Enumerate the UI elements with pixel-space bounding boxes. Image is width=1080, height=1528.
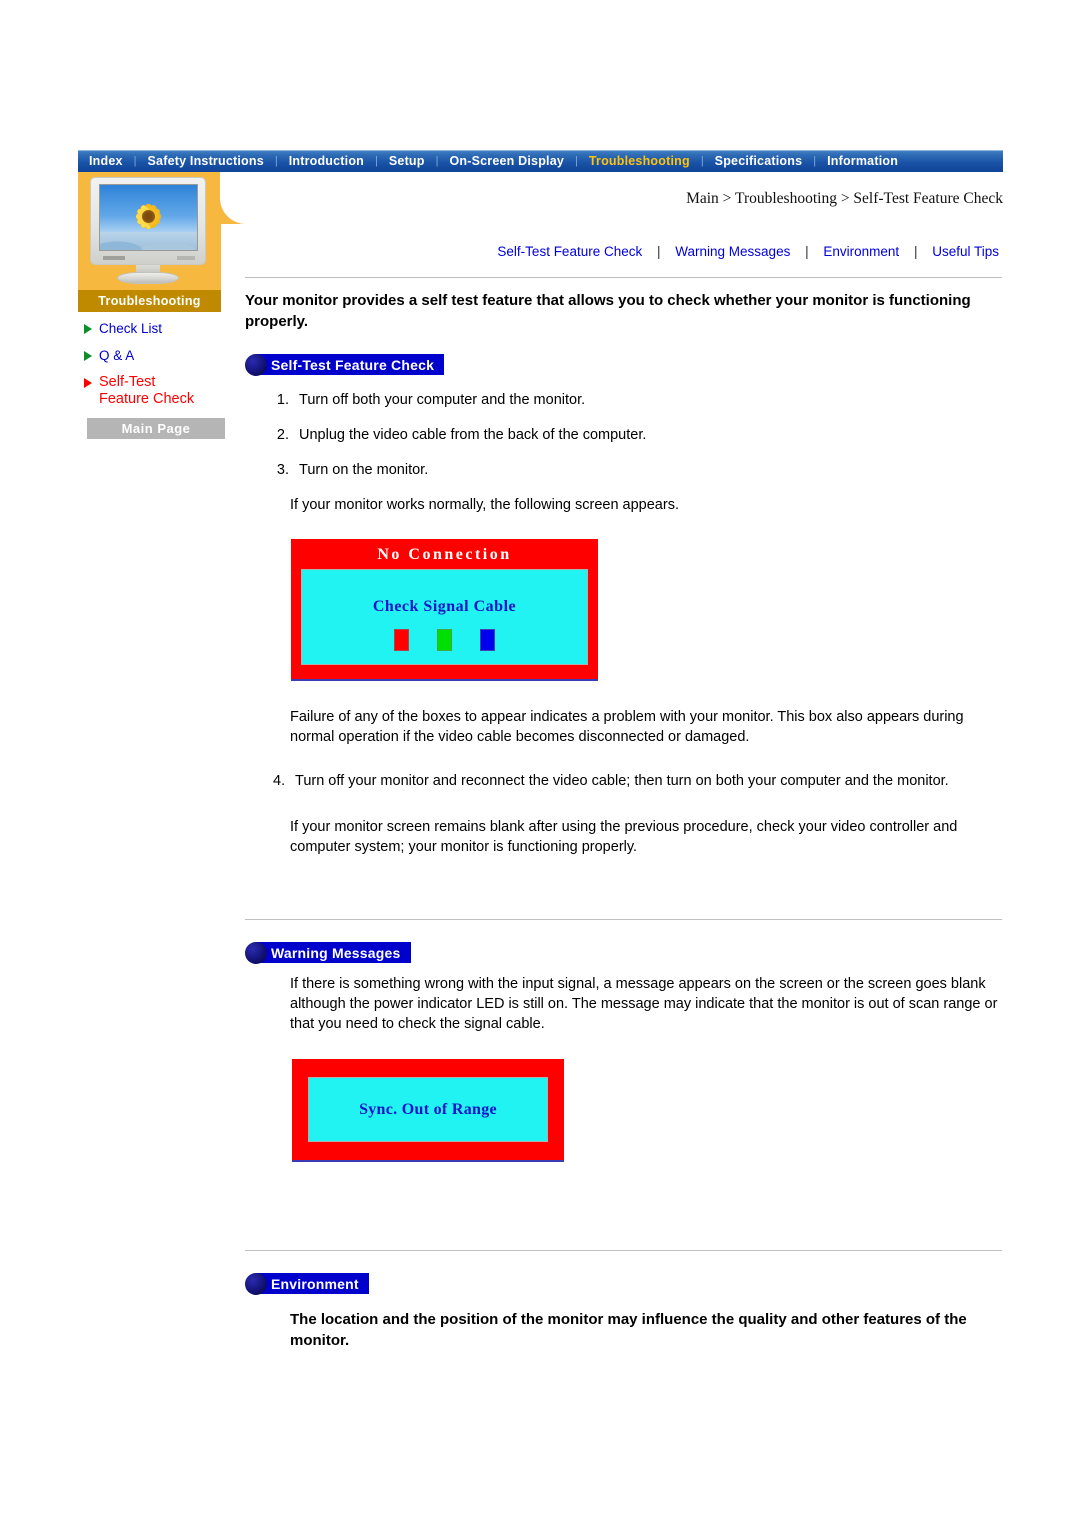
self-test-steps-list: Turn off both your computer and the moni… <box>245 390 1003 480</box>
sidebar: Troubleshooting Check List Q & A Self-Te… <box>78 172 246 439</box>
subnav-item-useful-tips[interactable]: Useful Tips <box>928 244 1003 259</box>
osd-title: No Connection <box>377 546 512 563</box>
sidebar-item-self-test-feature-check[interactable]: Self-Test Feature Check <box>84 374 221 408</box>
main-content: Main > Troubleshooting > Self-Test Featu… <box>245 172 1003 1351</box>
sidebar-item-label: Check List <box>99 321 163 336</box>
warning-messages-paragraph: If there is something wrong with the inp… <box>290 976 998 1032</box>
subnav-separator: | <box>805 244 809 259</box>
monitor-brand-mark <box>103 256 125 260</box>
subnav-separator: | <box>913 244 918 259</box>
intro-paragraph: Your monitor provides a self test featur… <box>245 292 971 330</box>
self-test-blank-screen-paragraph: If your monitor screen remains blank aft… <box>290 819 958 855</box>
monitor-bezel <box>90 177 206 265</box>
bullet-circle-icon <box>245 942 267 964</box>
sidebar-corner-notch <box>220 172 246 224</box>
nav-item-index[interactable]: Index <box>78 155 134 168</box>
monitor-illustration-icon <box>90 177 208 285</box>
nav-item-on-screen-display[interactable]: On-Screen Display <box>438 155 575 168</box>
osd-no-connection-box: No Connection Check Signal Cable <box>291 539 598 681</box>
list-item: Turn off both your computer and the moni… <box>293 390 1003 410</box>
nav-item-safety-instructions[interactable]: Safety Instructions <box>137 155 275 168</box>
list-item: Turn on the monitor. <box>293 460 1003 480</box>
content-divider <box>245 277 1002 278</box>
osd-screen: Check Signal Cable <box>301 569 588 665</box>
self-test-failure-paragraph: Failure of any of the boxes to appear in… <box>290 709 964 745</box>
osd-screen: Sync. Out of Range <box>308 1077 548 1142</box>
triangle-bullet-icon <box>84 378 92 388</box>
section-header-label: Environment <box>256 1273 369 1294</box>
osd-message: Sync. Out of Range <box>359 1100 497 1118</box>
sidebar-item-q-and-a[interactable]: Q & A <box>84 347 221 364</box>
section-header-warning-messages: Warning Messages <box>245 942 411 964</box>
osd-sync-out-of-range-box: Sync. Out of Range <box>292 1059 564 1162</box>
section-header-label: Self-Test Feature Check <box>256 354 445 375</box>
sidebar-item-check-list[interactable]: Check List <box>84 320 221 337</box>
main-page-button[interactable]: Main Page <box>87 418 225 439</box>
section-header-self-test-feature-check: Self-Test Feature Check <box>245 354 445 376</box>
sidebar-link-list: Check List Q & A Self-Test Feature Check… <box>78 312 225 439</box>
osd-message: Check Signal Cable <box>372 598 517 615</box>
green-square-icon <box>437 629 452 651</box>
bullet-circle-icon <box>245 354 267 376</box>
list-item: Unplug the video cable from the back of … <box>293 425 1003 445</box>
nav-item-information[interactable]: Information <box>816 155 909 168</box>
step-text: Turn off your monitor and reconnect the … <box>295 773 949 789</box>
sunflower-graphic <box>123 190 175 242</box>
subnav-item-warning-messages[interactable]: Warning Messages <box>671 244 794 259</box>
subnav-separator: | <box>657 244 661 259</box>
triangle-bullet-icon <box>84 351 92 361</box>
sub-navigation: Self-Test Feature Check | Warning Messag… <box>245 244 1003 259</box>
section-header-label: Warning Messages <box>256 942 411 963</box>
step-number: 4. <box>273 773 286 789</box>
self-test-after-steps-paragraph: If your monitor works normally, the foll… <box>290 497 679 513</box>
section-header-environment: Environment <box>245 1273 369 1295</box>
environment-paragraph: The location and the position of the mon… <box>290 1311 967 1349</box>
blue-square-icon <box>480 629 495 651</box>
top-navigation-bar: Index | Safety Instructions | Introducti… <box>78 150 1003 172</box>
subnav-item-environment[interactable]: Environment <box>819 244 903 259</box>
monitor-model-mark <box>177 256 195 260</box>
monitor-base <box>117 272 179 284</box>
nav-item-specifications[interactable]: Specifications <box>704 155 814 168</box>
warning-messages-divider <box>245 919 1002 920</box>
sunflower-center <box>142 209 155 223</box>
sidebar-image-panel <box>78 172 246 290</box>
subnav-item-self-test-feature-check[interactable]: Self-Test Feature Check <box>493 244 646 259</box>
nav-item-introduction[interactable]: Introduction <box>278 155 375 168</box>
environment-divider <box>245 1250 1002 1251</box>
sidebar-section-title: Troubleshooting <box>78 290 221 312</box>
bullet-circle-icon <box>245 1273 267 1295</box>
self-test-step-4: 4. Turn off your monitor and reconnect t… <box>273 771 1013 791</box>
red-square-icon <box>394 629 409 651</box>
monitor-screen <box>99 184 198 251</box>
nav-item-troubleshooting[interactable]: Troubleshooting <box>578 155 701 168</box>
breadcrumb: Main > Troubleshooting > Self-Test Featu… <box>686 190 1003 207</box>
nav-item-setup[interactable]: Setup <box>378 155 436 168</box>
sidebar-item-label-line2: Feature Check <box>99 391 195 407</box>
sidebar-item-label: Q & A <box>99 348 135 363</box>
rgb-test-squares <box>302 629 587 651</box>
sidebar-item-label-line1: Self-Test <box>99 374 156 390</box>
triangle-bullet-icon <box>84 324 92 334</box>
